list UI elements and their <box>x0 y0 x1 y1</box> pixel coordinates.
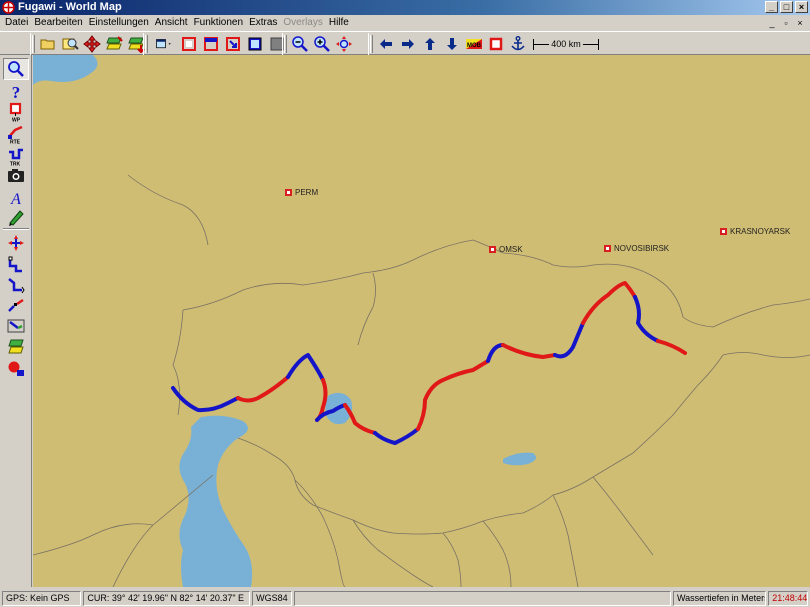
gps-position-icon[interactable] <box>3 358 29 380</box>
city-marker-icon <box>604 245 611 252</box>
toolbar-group-navigate: MOB 400 km <box>368 33 603 55</box>
arrow-left-icon[interactable] <box>375 33 397 55</box>
square-mark-icon[interactable] <box>485 33 507 55</box>
city-perm[interactable]: PERM <box>285 188 318 197</box>
layers-icon[interactable] <box>103 33 125 55</box>
main-toolbar: MOB 400 km <box>0 31 810 55</box>
toolbar-group-map <box>30 33 147 55</box>
screen-icon[interactable] <box>244 33 266 55</box>
pen-icon[interactable] <box>3 206 29 228</box>
city-krasnoyarsk[interactable]: KRASNOYARSK <box>720 227 790 236</box>
scale-label: 400 km <box>549 39 583 49</box>
menu-bar: Datei Bearbeiten Einstellungen Ansicht F… <box>0 15 810 31</box>
open-map-icon[interactable] <box>37 33 59 55</box>
city-marker-icon <box>720 228 727 235</box>
city-label: NOVOSIBIRSK <box>614 244 670 253</box>
menu-einstellungen[interactable]: Einstellungen <box>86 15 152 31</box>
window-title: Fugawi - World Map <box>18 1 122 13</box>
mob-icon[interactable]: MOB <box>463 33 485 55</box>
status-empty <box>293 591 671 606</box>
menu-datei[interactable]: Datei <box>2 15 31 31</box>
menu-bearbeiten[interactable]: Bearbeiten <box>31 15 85 31</box>
layer-icon[interactable] <box>3 336 29 358</box>
svg-text:WP: WP <box>12 118 21 123</box>
close-button[interactable]: × <box>795 1 808 13</box>
help-icon[interactable]: ? <box>3 80 29 102</box>
toolbar-group-view <box>143 33 288 55</box>
app-icon[interactable] <box>2 1 15 14</box>
svg-text:RTE: RTE <box>10 140 21 145</box>
city-omsk[interactable]: OMSK <box>489 245 523 254</box>
track-join-icon[interactable] <box>3 274 29 296</box>
track-split-icon[interactable] <box>3 295 29 317</box>
toolbar-separator <box>3 228 29 230</box>
status-depth-units: Wassertiefen in Meters <box>672 591 767 606</box>
toolbar-grip[interactable] <box>145 35 148 53</box>
svg-text:A: A <box>10 191 21 207</box>
tools-toolbar: ? WP RTE TRK A <box>0 55 32 587</box>
svg-text:?: ? <box>12 83 21 101</box>
pan-icon[interactable] <box>81 33 103 55</box>
find-map-icon[interactable] <box>59 33 81 55</box>
menu-extras[interactable]: Extras <box>246 15 280 31</box>
map-scale-bar: 400 km <box>529 33 603 55</box>
mdi-close-button[interactable]: × <box>794 18 806 29</box>
maximize-button[interactable]: □ <box>780 1 793 13</box>
zoom-in-icon[interactable] <box>311 33 333 55</box>
city-novosibirsk[interactable]: NOVOSIBIRSK <box>604 244 669 253</box>
status-gps: GPS: Kein GPS <box>2 591 82 606</box>
title-bar[interactable]: Fugawi - World Map _ □ × <box>0 0 810 15</box>
mdi-minimize-button[interactable]: _ <box>766 18 778 29</box>
arrow-down-icon[interactable] <box>441 33 463 55</box>
city-label: KRASNOYARSK <box>730 227 791 236</box>
toolbar-grip[interactable] <box>32 35 35 53</box>
box-select-icon[interactable] <box>200 33 222 55</box>
mdi-controls: _ ▫ × <box>764 15 806 31</box>
toolbar-grip[interactable] <box>370 35 373 53</box>
track-edit-icon[interactable] <box>3 253 29 275</box>
arrow-up-icon[interactable] <box>419 33 441 55</box>
city-marker-icon <box>285 189 292 196</box>
map-view[interactable]: PERM OMSK NOVOSIBIRSK KRASNOYARSK <box>33 55 810 587</box>
status-cursor-position: CUR: 39° 42' 19.96" N 82° 14' 20.37" E <box>83 591 251 606</box>
menu-ansicht[interactable]: Ansicht <box>152 15 191 31</box>
menu-overlays[interactable]: Overlays <box>280 15 325 31</box>
city-label: OMSK <box>499 245 523 254</box>
box-arrow-icon[interactable] <box>222 33 244 55</box>
arrow-right-icon[interactable] <box>397 33 419 55</box>
status-clock: 21:48:44 <box>768 591 809 606</box>
move-waypoint-icon[interactable] <box>3 232 29 254</box>
zoom-fit-icon[interactable] <box>333 33 355 55</box>
status-bar: GPS: Kein GPS CUR: 39° 42' 19.96" N 82° … <box>0 590 810 607</box>
map-canvas[interactable] <box>33 55 810 587</box>
toolbar-group-zoom <box>282 33 355 55</box>
anchor-icon[interactable] <box>507 33 529 55</box>
route-icon[interactable]: RTE <box>3 123 29 145</box>
view-window-icon[interactable] <box>150 33 178 55</box>
zoom-out-icon[interactable] <box>289 33 311 55</box>
status-datum: WGS84 <box>252 591 292 606</box>
box-icon[interactable] <box>178 33 200 55</box>
land-area <box>33 55 810 587</box>
toolbar-grip[interactable] <box>284 35 287 53</box>
mdi-restore-button[interactable]: ▫ <box>780 18 792 29</box>
text-icon[interactable]: A <box>3 186 29 208</box>
menu-hilfe[interactable]: Hilfe <box>326 15 352 31</box>
window-controls: _ □ × <box>765 1 808 13</box>
svg-text:MOB: MOB <box>467 43 482 49</box>
magnifier-icon[interactable] <box>3 58 29 80</box>
city-label: PERM <box>295 188 319 197</box>
camera-icon[interactable] <box>3 164 29 186</box>
menu-funktionen[interactable]: Funktionen <box>191 15 246 31</box>
minimize-button[interactable]: _ <box>765 1 778 13</box>
route-edit-icon[interactable] <box>3 315 29 337</box>
waypoint-icon[interactable]: WP <box>3 101 29 123</box>
city-marker-icon <box>489 246 496 253</box>
